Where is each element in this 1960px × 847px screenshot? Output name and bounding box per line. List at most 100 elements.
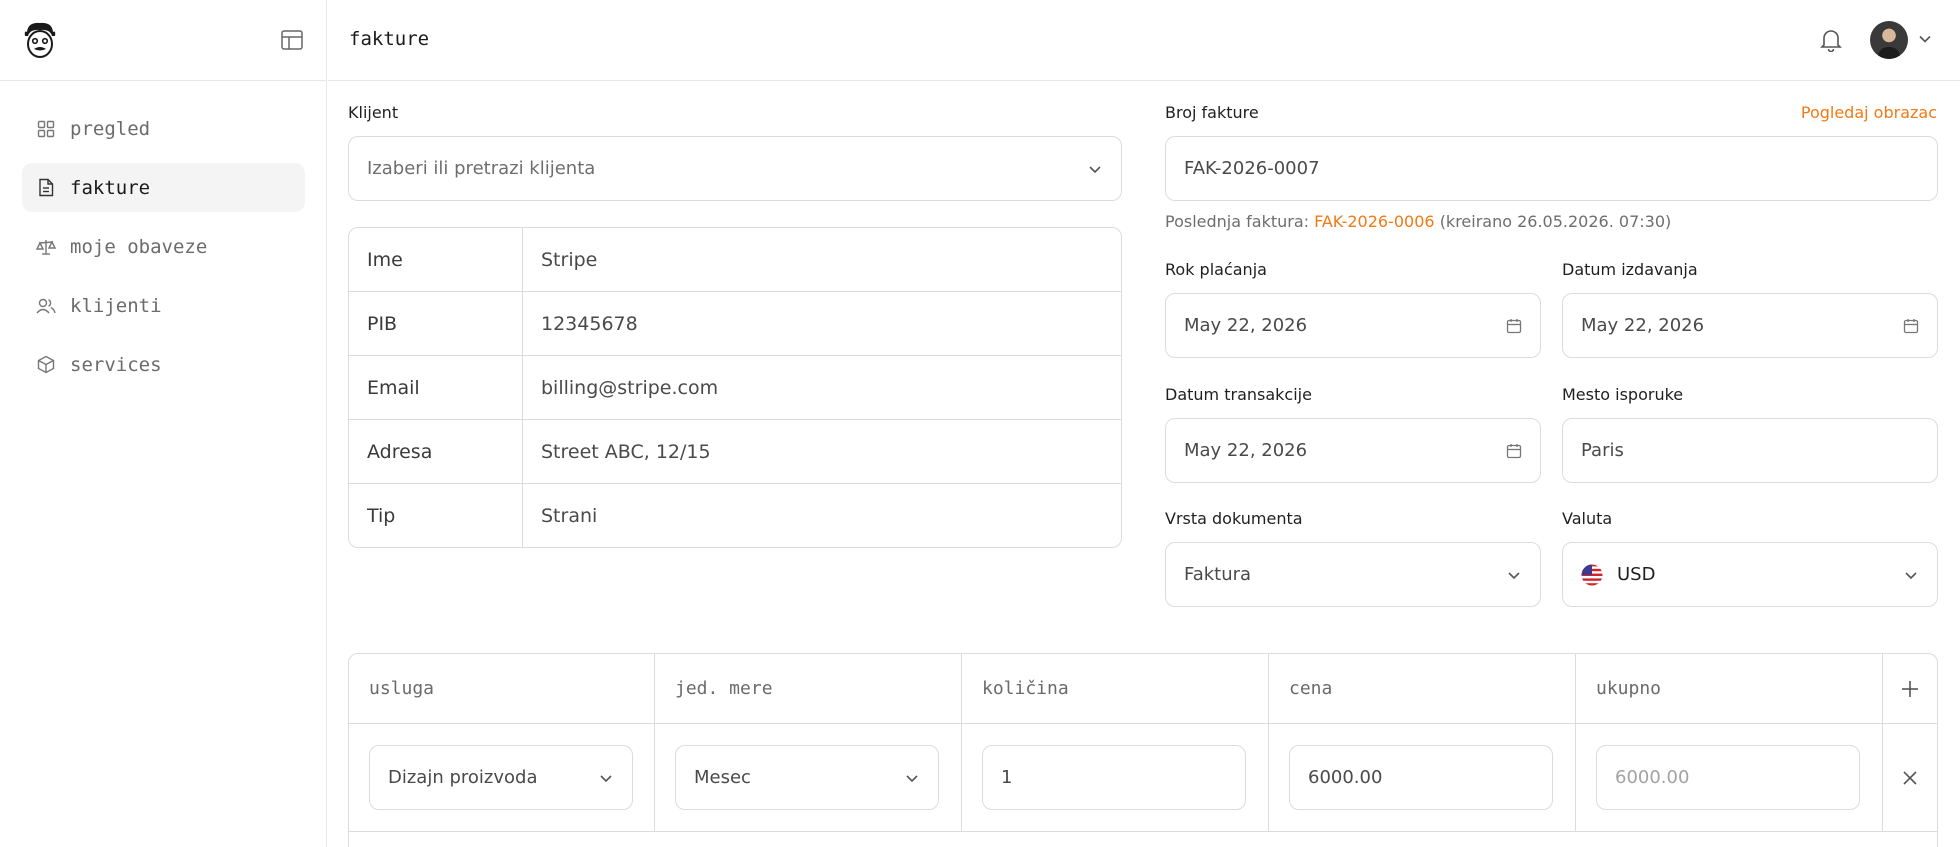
- transaction-date-label: Datum transakcije: [1165, 385, 1312, 404]
- total-field: 6000.00: [1596, 745, 1860, 810]
- chevron-down-icon[interactable]: [1918, 32, 1932, 46]
- sidebar: pregled fakture moje obaveze klijenti se…: [0, 0, 327, 847]
- sidebar-item-label: klijenti: [70, 294, 162, 317]
- close-icon: [1903, 770, 1917, 785]
- column-header: ukupno: [1576, 654, 1883, 723]
- currency-label: Valuta: [1562, 509, 1613, 528]
- issue-date-value: May 22, 2026: [1581, 315, 1705, 336]
- service-select[interactable]: Dizajn proizvoda: [369, 745, 633, 810]
- client-detail-value: Strani: [541, 505, 598, 527]
- service-value: Dizajn proizvoda: [388, 767, 538, 788]
- layout-toggle-icon[interactable]: [281, 30, 303, 50]
- sidebar-item-klijenti[interactable]: klijenti: [22, 281, 305, 330]
- price-cell: 6000.00: [1269, 724, 1576, 831]
- table-row: Adresa Street ABC, 12/15: [349, 420, 1121, 484]
- column-header: cena: [1269, 654, 1576, 723]
- table-row: Dizajn proizvoda Mesec 1 6000.00 6000.00: [349, 724, 1937, 832]
- unit-cell: Mesec: [655, 724, 962, 831]
- quantity-input[interactable]: 1: [982, 745, 1246, 810]
- issue-date-label: Datum izdavanja: [1562, 260, 1698, 279]
- sidebar-item-fakture[interactable]: fakture: [22, 163, 305, 212]
- document-icon: [36, 178, 56, 198]
- total-value: 6000.00: [1615, 767, 1690, 788]
- transaction-date-field[interactable]: May 22, 2026: [1165, 418, 1541, 483]
- sidebar-header: [0, 0, 326, 81]
- client-detail-key: Ime: [349, 228, 523, 291]
- currency-value: USD: [1617, 564, 1656, 585]
- delivery-place-label: Mesto isporuke: [1562, 385, 1684, 404]
- grid-icon: [36, 119, 56, 139]
- table-row: Email billing@stripe.com: [349, 356, 1121, 420]
- sidebar-item-label: fakture: [70, 176, 151, 199]
- client-detail-key: PIB: [349, 292, 523, 355]
- column-header: količina: [962, 654, 1269, 723]
- chevron-down-icon: [1089, 165, 1101, 173]
- client-detail-key: Email: [349, 356, 523, 419]
- add-item-button[interactable]: [1883, 654, 1937, 723]
- chevron-down-icon: [1905, 571, 1917, 579]
- document-type-value: Faktura: [1184, 564, 1252, 585]
- invoice-number-value: FAK-2026-0007: [1184, 158, 1320, 179]
- line-items-header: usluga jed. mere količina cena ukupno: [349, 654, 1937, 724]
- client-detail-key: Tip: [349, 484, 523, 547]
- chevron-down-icon: [1508, 571, 1520, 579]
- last-invoice-link[interactable]: FAK-2026-0006: [1314, 212, 1434, 231]
- calendar-icon[interactable]: [1506, 443, 1522, 459]
- service-cell: Dizajn proizvoda: [349, 724, 655, 831]
- chevron-down-icon: [600, 774, 612, 782]
- due-date-label: Rok plaćanja: [1165, 260, 1267, 279]
- bell-icon[interactable]: [1820, 28, 1842, 52]
- quantity-value: 1: [1001, 767, 1013, 788]
- calendar-icon[interactable]: [1506, 318, 1522, 334]
- table-row: PIB 12345678: [349, 292, 1121, 356]
- sidebar-item-label: pregled: [70, 117, 151, 140]
- client-select-placeholder: Izaberi ili pretrazi klijenta: [367, 158, 596, 179]
- issue-date-field[interactable]: May 22, 2026: [1562, 293, 1938, 358]
- quantity-cell: 1: [962, 724, 1269, 831]
- transaction-date-value: May 22, 2026: [1184, 440, 1308, 461]
- users-icon: [36, 296, 56, 316]
- client-detail-value: billing@stripe.com: [541, 376, 719, 399]
- client-detail-value: Street ABC, 12/15: [541, 440, 711, 463]
- page-title: fakture: [349, 28, 430, 50]
- logo-icon[interactable]: [22, 20, 58, 60]
- sidebar-item-pregled[interactable]: pregled: [22, 104, 305, 153]
- invoice-number-label: Broj fakture: [1165, 103, 1259, 122]
- document-type-label: Vrsta dokumenta: [1165, 509, 1303, 528]
- table-row: Ime Stripe: [349, 228, 1121, 292]
- unit-select[interactable]: Mesec: [675, 745, 939, 810]
- invoice-number-input[interactable]: FAK-2026-0007: [1165, 136, 1938, 201]
- table-row: Tip Strani: [349, 484, 1121, 547]
- currency-select[interactable]: USD: [1562, 542, 1938, 607]
- client-detail-value: Stripe: [541, 248, 598, 271]
- column-header: jed. mere: [655, 654, 962, 723]
- document-type-select[interactable]: Faktura: [1165, 542, 1541, 607]
- column-header: usluga: [349, 654, 655, 723]
- view-form-link[interactable]: Pogledaj obrazac: [1801, 103, 1937, 122]
- sidebar-item-services[interactable]: services: [22, 340, 305, 389]
- delivery-place-value: Paris: [1581, 440, 1624, 461]
- plus-icon: [1902, 680, 1918, 697]
- client-detail-value: 12345678: [541, 312, 638, 335]
- chevron-down-icon: [906, 774, 918, 782]
- sidebar-item-label: moje obaveze: [70, 235, 208, 258]
- due-date-field[interactable]: May 22, 2026: [1165, 293, 1541, 358]
- client-details-table: Ime Stripe PIB 12345678 Email billing@st…: [348, 227, 1122, 548]
- calendar-icon[interactable]: [1903, 318, 1919, 334]
- price-input[interactable]: 6000.00: [1289, 745, 1553, 810]
- unit-value: Mesec: [694, 767, 751, 788]
- us-flag-icon: [1581, 564, 1603, 585]
- avatar[interactable]: [1870, 21, 1908, 59]
- total-cell: 6000.00: [1576, 724, 1883, 831]
- client-detail-key: Adresa: [349, 420, 523, 483]
- sidebar-nav: pregled fakture moje obaveze klijenti se…: [22, 104, 305, 399]
- client-select[interactable]: Izaberi ili pretrazi klijenta: [348, 136, 1122, 201]
- top-bar: fakture: [328, 0, 1960, 81]
- delivery-place-input[interactable]: Paris: [1562, 418, 1938, 483]
- sidebar-item-moje-obaveze[interactable]: moje obaveze: [22, 222, 305, 271]
- box-icon: [36, 355, 56, 375]
- last-invoice-hint: Poslednja faktura: FAK-2026-0006 (kreira…: [1165, 212, 1671, 231]
- remove-item-button[interactable]: [1883, 724, 1937, 831]
- last-invoice-prefix: Poslednja faktura:: [1165, 212, 1310, 231]
- sidebar-item-label: services: [70, 353, 162, 376]
